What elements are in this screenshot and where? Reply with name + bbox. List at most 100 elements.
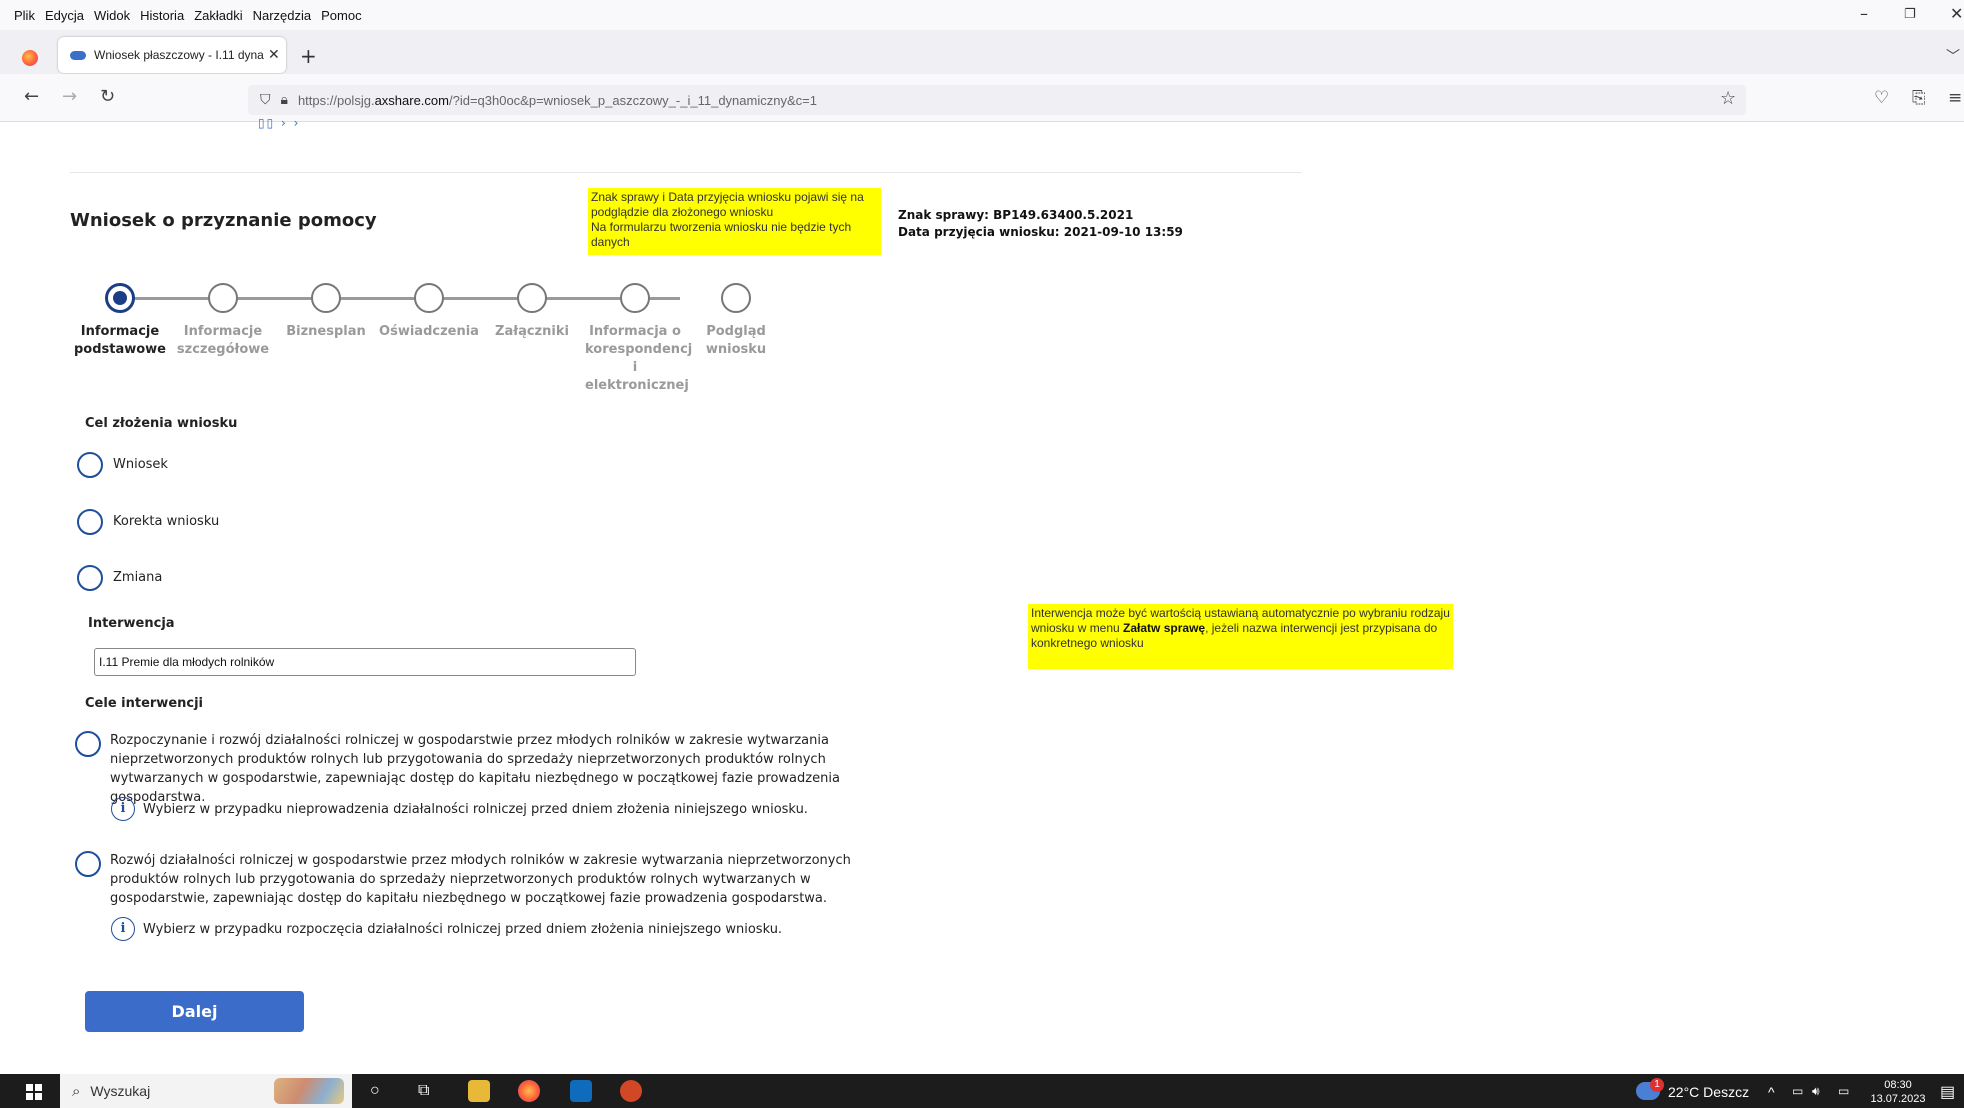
close-window-icon[interactable]: ✕ bbox=[1950, 4, 1963, 23]
radio-change[interactable]: Zmiana bbox=[77, 565, 162, 591]
task-view-icon[interactable]: ⧉ bbox=[418, 1082, 429, 1100]
info-icon: i bbox=[111, 797, 135, 821]
breadcrumb[interactable]: ▯▯ › › bbox=[258, 116, 300, 130]
step-attachments[interactable]: Załączniki bbox=[482, 283, 582, 341]
firefox-icon bbox=[22, 50, 38, 66]
menu-edit[interactable]: Edycja bbox=[45, 8, 84, 23]
clock-date: 13.07.2023 bbox=[1870, 1093, 1926, 1105]
clock-time: 08:30 bbox=[1884, 1079, 1912, 1091]
outlook-icon[interactable] bbox=[570, 1080, 592, 1102]
restore-icon[interactable]: ❐ bbox=[1904, 7, 1916, 22]
close-tab-icon[interactable]: ✕ bbox=[268, 47, 280, 63]
step-preview[interactable]: Podgląd wniosku bbox=[688, 283, 784, 359]
step-circle bbox=[208, 283, 238, 313]
intervention-input[interactable] bbox=[94, 648, 636, 676]
step-circle bbox=[517, 283, 547, 313]
weather-badge: 1 bbox=[1650, 1078, 1664, 1092]
volume-icon[interactable]: 🔊︎ bbox=[1812, 1084, 1820, 1099]
step-label: Biznesplan bbox=[286, 324, 366, 339]
step-circle bbox=[414, 283, 444, 313]
menu-bar: Plik Edycja Widok Historia Zakładki Narz… bbox=[0, 0, 1964, 30]
menu-icon[interactable]: ≡ bbox=[1948, 88, 1962, 108]
firefox-taskbar-icon[interactable] bbox=[518, 1080, 540, 1102]
divider bbox=[70, 172, 1302, 173]
receipt-date: Data przyjęcia wniosku: 2021-09-10 13:59 bbox=[898, 225, 1183, 239]
back-icon[interactable]: ← bbox=[24, 86, 39, 107]
case-info: Znak sprawy: BP149.63400.5.2021 Data prz… bbox=[898, 207, 1183, 241]
address-bar[interactable]: ⛉ 🔒︎ https://polsjg.axshare.com/?id=q3h0… bbox=[248, 85, 1746, 115]
chevron-down-icon[interactable]: ﹀ bbox=[1946, 46, 1960, 66]
step-circle bbox=[311, 283, 341, 313]
step-label: Informacje szczegółowe bbox=[176, 324, 270, 357]
powerpoint-icon[interactable] bbox=[620, 1080, 642, 1102]
url-text: https://polsjg.axshare.com/?id=q3h0oc&p=… bbox=[297, 92, 817, 108]
step-basic-info[interactable]: Informacje podstawowe bbox=[70, 283, 170, 359]
tab-bar bbox=[0, 30, 1964, 74]
minimize-icon[interactable]: – bbox=[1860, 4, 1868, 23]
step-label: Załączniki bbox=[495, 324, 569, 339]
pocket-icon[interactable]: ♡ bbox=[1874, 88, 1889, 108]
radio-goal-start[interactable]: Rozpoczynanie i rozwój działalności roln… bbox=[75, 731, 895, 807]
hint-goal-start: i Wybierz w przypadku nieprowadzenia dzi… bbox=[111, 797, 808, 821]
file-explorer-icon[interactable] bbox=[468, 1080, 490, 1102]
network-icon[interactable]: ▭ bbox=[1792, 1084, 1803, 1098]
taskbar-search[interactable]: ⌕ Wyszukaj bbox=[60, 1074, 352, 1108]
menu-history[interactable]: Historia bbox=[140, 8, 184, 23]
info-icon: i bbox=[111, 917, 135, 941]
radio-application[interactable]: Wniosek bbox=[77, 452, 168, 478]
step-label: Oświadczenia bbox=[379, 324, 479, 339]
shield-icon[interactable]: ⛉ bbox=[260, 92, 271, 108]
radio-goal-development[interactable]: Rozwój działalności rolniczej w gospodar… bbox=[75, 851, 895, 908]
hint-text: Wybierz w przypadku nieprowadzenia dział… bbox=[143, 801, 808, 817]
reload-icon[interactable]: ↻ bbox=[100, 86, 115, 107]
menu-view[interactable]: Widok bbox=[94, 8, 130, 23]
goals-label: Cele interwencji bbox=[85, 696, 204, 711]
step-label: Informacja o korespondencj i elektronicz… bbox=[585, 324, 693, 393]
bookmark-star-icon[interactable]: ☆ bbox=[1720, 88, 1736, 109]
menu-tools[interactable]: Narzędzia bbox=[253, 8, 312, 23]
browser-tab[interactable]: Wniosek płaszczowy - I.11 dynamiczny ✕ bbox=[58, 37, 286, 73]
menu-bookmarks[interactable]: Zakładki bbox=[194, 8, 242, 23]
menu-help[interactable]: Pomoc bbox=[321, 8, 361, 23]
radio-label: Rozpoczynanie i rozwój działalności roln… bbox=[110, 733, 840, 805]
search-icon: ⌕ bbox=[72, 1082, 81, 1100]
radio-button[interactable] bbox=[75, 851, 101, 877]
radio-button[interactable] bbox=[75, 731, 101, 757]
step-business-plan[interactable]: Biznesplan bbox=[276, 283, 376, 341]
cloud-icon bbox=[70, 50, 86, 60]
windows-start-icon[interactable] bbox=[26, 1084, 42, 1100]
chevron-up-icon[interactable]: ^ bbox=[1768, 1084, 1775, 1100]
annotation-note-intervention: Interwencja może być wartością ustawianą… bbox=[1028, 604, 1453, 669]
step-label: Podgląd wniosku bbox=[705, 324, 767, 357]
radio-correction[interactable]: Korekta wniosku bbox=[77, 509, 219, 535]
forward-icon[interactable]: → bbox=[62, 86, 77, 107]
tab-title: Wniosek płaszczowy - I.11 dynamiczny bbox=[94, 48, 264, 62]
page-title: Wniosek o przyznanie pomocy bbox=[70, 210, 377, 231]
radio-button[interactable] bbox=[77, 509, 103, 535]
new-tab-button[interactable]: + bbox=[300, 44, 317, 68]
step-detailed-info[interactable]: Informacje szczegółowe bbox=[173, 283, 273, 359]
progress-stepper: Informacje podstawowe Informacje szczegó… bbox=[70, 283, 770, 393]
menu-file[interactable]: Plik bbox=[14, 8, 35, 23]
weather-text[interactable]: 22°C Deszcz bbox=[1668, 1084, 1749, 1100]
radio-label: Zmiana bbox=[113, 570, 163, 585]
radio-button[interactable] bbox=[77, 452, 103, 478]
notifications-icon[interactable]: ▤ bbox=[1940, 1082, 1955, 1102]
search-highlight-image bbox=[274, 1078, 344, 1104]
radio-label: Wniosek bbox=[113, 457, 168, 472]
radio-label: Rozwój działalności rolniczej w gospodar… bbox=[110, 853, 851, 906]
display-icon[interactable]: ▭ bbox=[1838, 1084, 1849, 1098]
radio-label: Korekta wniosku bbox=[113, 514, 220, 529]
cortana-icon[interactable]: ○ bbox=[370, 1082, 380, 1100]
extensions-icon[interactable]: ⎘ bbox=[1912, 88, 1926, 108]
lock-icon[interactable]: 🔒︎ bbox=[281, 92, 288, 108]
radio-button[interactable] bbox=[77, 565, 103, 591]
step-circle bbox=[105, 283, 135, 313]
hint-text: Wybierz w przypadku rozpoczęcia działaln… bbox=[143, 921, 783, 937]
step-correspondence[interactable]: Informacja o korespondencj i elektronicz… bbox=[585, 283, 693, 395]
next-button[interactable]: Dalej bbox=[85, 991, 304, 1032]
step-declarations[interactable]: Oświadczenia bbox=[379, 283, 479, 341]
search-placeholder: Wyszukaj bbox=[90, 1083, 151, 1099]
case-number: Znak sprawy: BP149.63400.5.2021 bbox=[898, 208, 1134, 222]
clock[interactable]: 08:30 13.07.2023 bbox=[1866, 1078, 1930, 1106]
